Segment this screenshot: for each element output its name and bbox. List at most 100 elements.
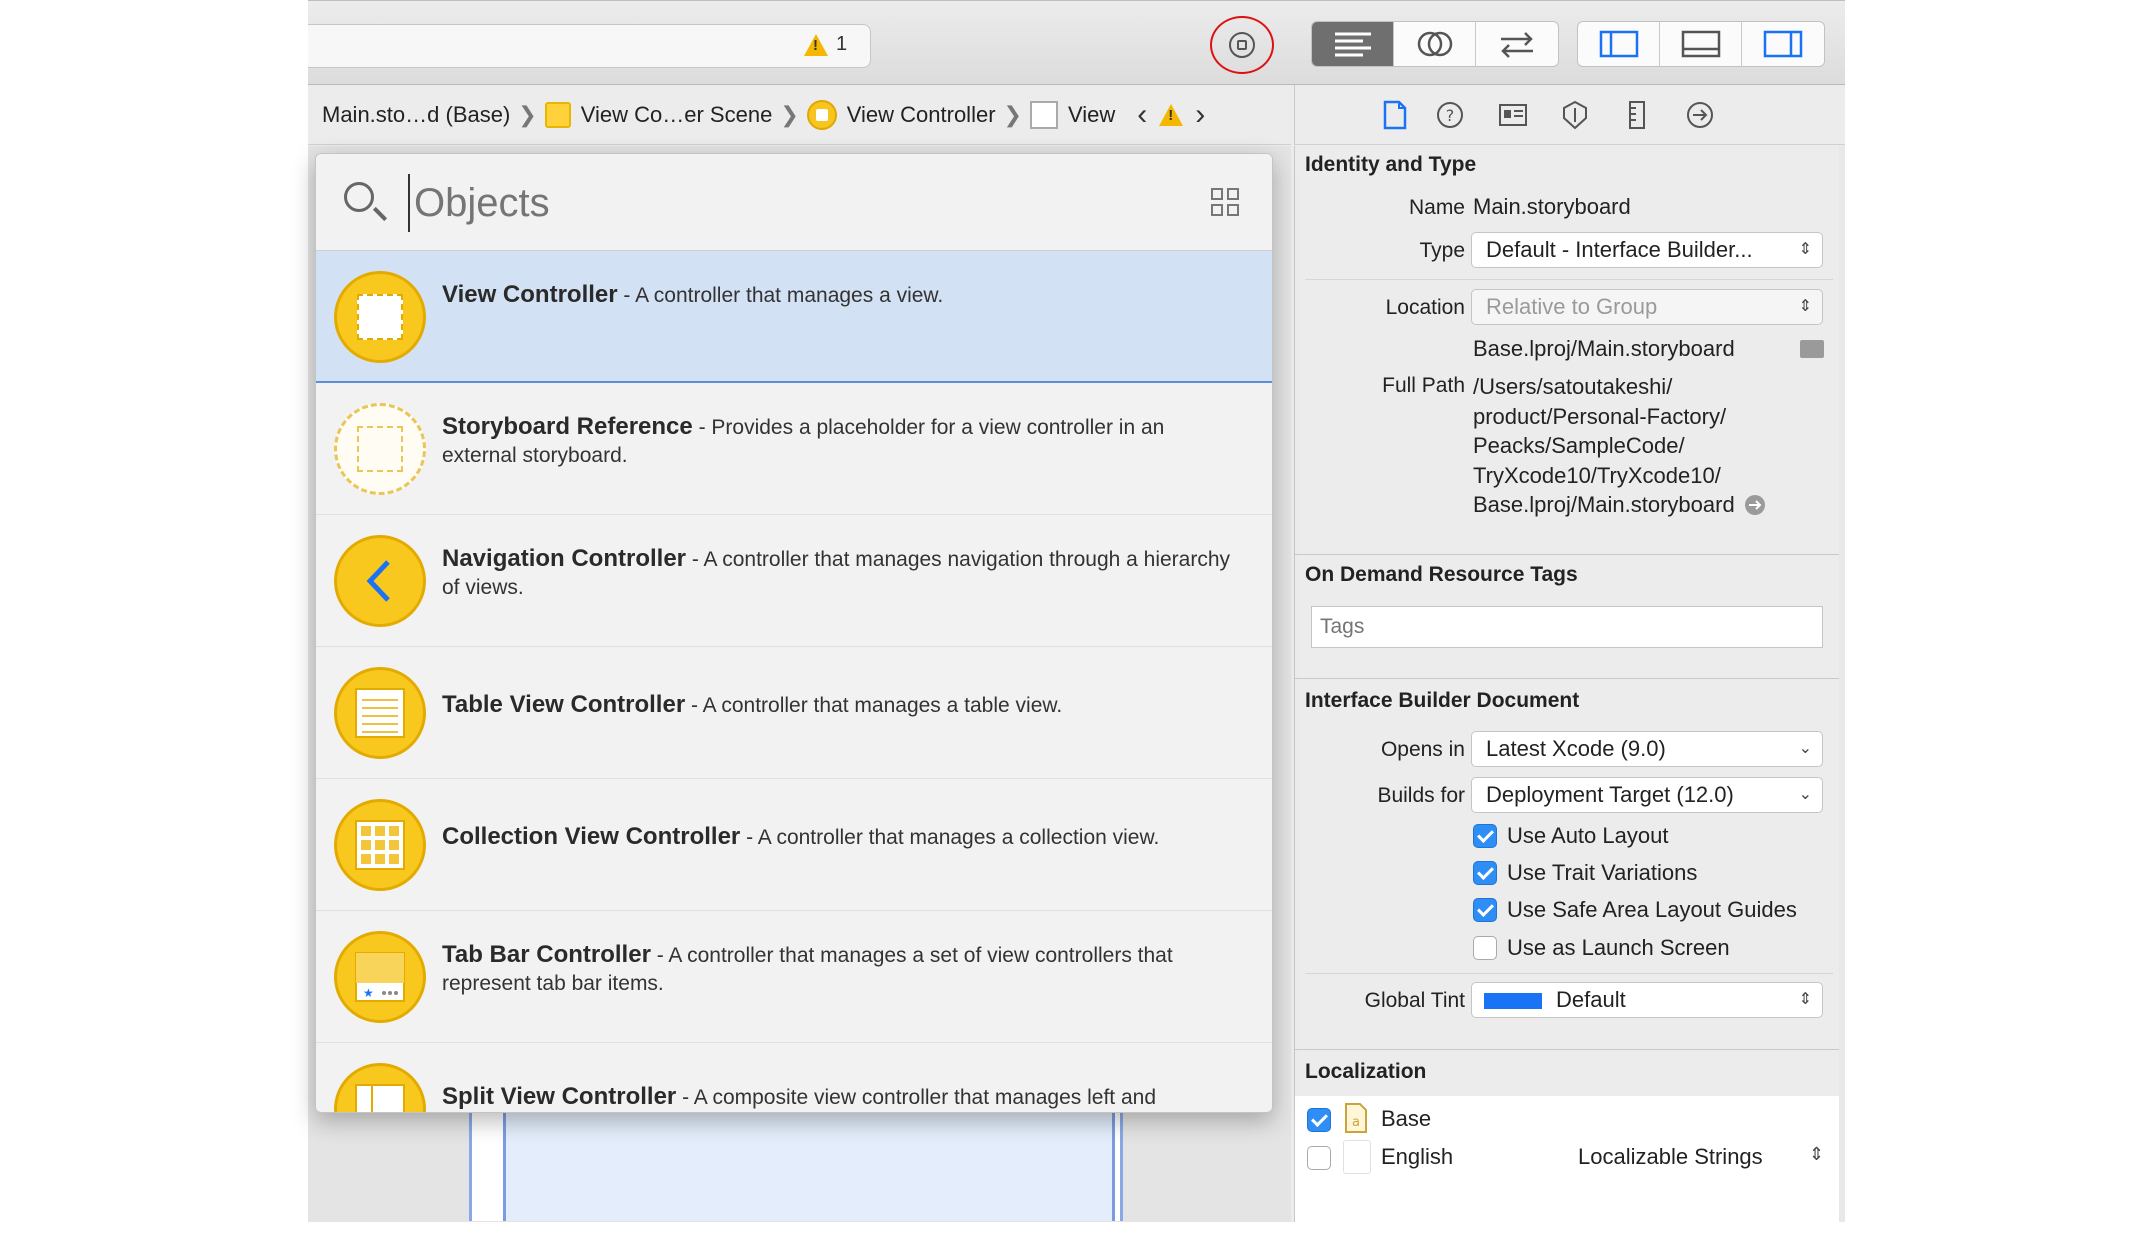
size-inspector-tab[interactable] bbox=[1622, 99, 1652, 131]
library-item-table-view-controller[interactable]: Table View Controller - A controller tha… bbox=[316, 647, 1272, 779]
library-item-desc: - A controller that manages a table view… bbox=[685, 694, 1063, 717]
fullpath-label: Full Path bbox=[1382, 374, 1465, 397]
chevron-left-icon[interactable]: ‹ bbox=[1137, 98, 1147, 132]
library-item-text: Storyboard Reference - Provides a placeh… bbox=[442, 413, 1242, 470]
table-view-controller-icon bbox=[334, 667, 426, 759]
location-label: Location bbox=[1385, 296, 1465, 319]
library-item-collection-view-controller[interactable]: Collection View Controller - A controlle… bbox=[316, 779, 1272, 911]
library-item-view-controller[interactable]: View Controller - A controller that mana… bbox=[316, 251, 1272, 383]
fullpath-line: /Users/satoutakeshi/ bbox=[1473, 374, 1673, 399]
assistant-editor-button[interactable] bbox=[1394, 22, 1476, 66]
standard-editor-icon bbox=[1334, 32, 1371, 57]
library-item-navigation-controller[interactable]: Navigation Controller - A controller tha… bbox=[316, 515, 1272, 647]
location-popup[interactable]: Relative to Group ⇕ bbox=[1471, 289, 1823, 325]
view-controller-icon bbox=[334, 271, 426, 363]
inspector-scrollbar[interactable] bbox=[1839, 146, 1845, 1222]
use-as-launch-screen-checkbox[interactable] bbox=[1473, 936, 1497, 960]
localized-file-icon: a bbox=[1345, 1103, 1367, 1133]
library-item-text: Tab Bar Controller - A controller that m… bbox=[442, 941, 1242, 998]
utilities-toggle-button[interactable] bbox=[1742, 22, 1824, 66]
jump-bar: Main.sto…d (Base) ❯ View Co…er Scene ❯ V… bbox=[308, 85, 1291, 145]
opens-in-value: Latest Xcode (9.0) bbox=[1486, 736, 1666, 761]
identity-section-title: Identity and Type bbox=[1305, 153, 1477, 176]
editor-mode-control bbox=[1311, 21, 1559, 67]
attributes-inspector-tab[interactable] bbox=[1560, 99, 1590, 131]
chevron-right-icon: ❯ bbox=[518, 101, 537, 127]
library-search-input[interactable] bbox=[408, 174, 1096, 232]
search-icon bbox=[344, 182, 374, 212]
jumpbar-item-view-controller[interactable]: View Controller bbox=[847, 102, 996, 128]
library-item-title: Tab Bar Controller bbox=[442, 941, 651, 968]
reveal-arrow-icon[interactable] bbox=[1743, 493, 1767, 517]
builds-for-value: Deployment Target (12.0) bbox=[1486, 782, 1734, 807]
name-value[interactable]: Main.storyboard bbox=[1473, 194, 1631, 220]
standard-editor-button[interactable] bbox=[1312, 22, 1394, 66]
warning-indicator[interactable]: 1 bbox=[804, 33, 847, 56]
global-tint-value: Default bbox=[1556, 987, 1626, 1012]
localization-base-label: Base bbox=[1381, 1106, 1432, 1131]
use-safe-area-checkbox[interactable] bbox=[1473, 898, 1497, 922]
tint-color-swatch bbox=[1484, 993, 1542, 1009]
jumpbar-item-view[interactable]: View bbox=[1068, 102, 1115, 128]
debug-area-toggle-button[interactable] bbox=[1660, 22, 1742, 66]
chevron-right-icon: ❯ bbox=[1003, 101, 1022, 127]
file-inspector-tab[interactable] bbox=[1380, 99, 1410, 131]
library-item-title: Table View Controller bbox=[442, 691, 686, 718]
odr-section-title: On Demand Resource Tags bbox=[1305, 563, 1578, 586]
grid-view-icon[interactable] bbox=[1211, 188, 1239, 216]
connections-inspector-tab[interactable] bbox=[1685, 99, 1715, 131]
activity-viewer[interactable]: 1 bbox=[308, 24, 871, 68]
library-item-text: Table View Controller - A controller tha… bbox=[442, 691, 1242, 720]
version-editor-button[interactable] bbox=[1476, 22, 1558, 66]
use-trait-variations-checkbox[interactable] bbox=[1473, 861, 1497, 885]
library-item-title: Navigation Controller bbox=[442, 545, 687, 572]
navigation-controller-icon bbox=[334, 535, 426, 627]
fullpath-line: Peacks/SampleCode/ bbox=[1473, 433, 1685, 458]
navigator-toggle-button[interactable] bbox=[1578, 22, 1660, 66]
fullpath-line: product/Personal-Factory/ bbox=[1473, 403, 1727, 429]
use-auto-layout-checkbox[interactable] bbox=[1473, 824, 1497, 848]
storyboard-reference-icon bbox=[334, 403, 426, 495]
opens-in-popup[interactable]: Latest Xcode (9.0) ⌄ bbox=[1471, 731, 1823, 767]
folder-icon[interactable] bbox=[1800, 340, 1824, 358]
library-item-title: View Controller bbox=[442, 281, 618, 308]
use-as-launch-screen-label: Use as Launch Screen bbox=[1507, 935, 1730, 960]
library-item-tab-bar-controller[interactable]: ★ Tab Bar Controller - A controller that… bbox=[316, 911, 1272, 1043]
localization-list: a Base English Localizable Strings ⇕ bbox=[1294, 1096, 1840, 1222]
library-item-split-view-controller[interactable]: Split View Controller - A composite view… bbox=[316, 1043, 1272, 1112]
use-trait-variations-label: Use Trait Variations bbox=[1507, 860, 1698, 885]
issue-warning-icon[interactable] bbox=[1159, 103, 1184, 126]
type-popup-value: Default - Interface Builder... bbox=[1486, 237, 1753, 262]
fullpath-last-line: Base.lproj/Main.storyboard bbox=[1473, 490, 1767, 520]
library-button[interactable] bbox=[1210, 16, 1274, 74]
warning-icon bbox=[804, 33, 828, 56]
quick-help-tab[interactable]: ? bbox=[1435, 99, 1465, 131]
name-label: Name bbox=[1408, 196, 1465, 219]
ruler-icon bbox=[1629, 101, 1645, 129]
library-item-storyboard-reference[interactable]: Storyboard Reference - Provides a placeh… bbox=[316, 383, 1272, 515]
inspector-tab-bar: ? bbox=[1294, 85, 1845, 145]
global-tint-popup[interactable]: Default ⇕ bbox=[1471, 982, 1823, 1018]
localization-mode-popup[interactable]: Localizable Strings bbox=[1578, 1144, 1763, 1170]
library-search-bar bbox=[316, 154, 1272, 251]
view-controller-small-icon bbox=[806, 99, 837, 130]
builds-for-popup[interactable]: Deployment Target (12.0) ⌄ bbox=[1471, 777, 1823, 813]
identity-inspector-tab[interactable] bbox=[1498, 99, 1528, 131]
debug-area-toggle-icon bbox=[1681, 30, 1720, 58]
jumpbar-item-scene[interactable]: View Co…er Scene bbox=[581, 102, 773, 128]
library-item-text: View Controller - A controller that mana… bbox=[442, 281, 1242, 310]
fullpath-line: Base.lproj/Main.storyboard bbox=[1473, 492, 1735, 517]
chevron-down-icon: ⌄ bbox=[1798, 786, 1812, 803]
localization-base-checkbox[interactable] bbox=[1307, 1108, 1331, 1132]
chevron-down-icon: ⌄ bbox=[1798, 740, 1812, 757]
object-library-popover: View Controller - A controller that mana… bbox=[315, 153, 1273, 1113]
type-popup[interactable]: Default - Interface Builder... ⇕ bbox=[1471, 232, 1823, 268]
chevron-right-icon[interactable]: › bbox=[1195, 98, 1205, 132]
tags-input[interactable] bbox=[1311, 606, 1823, 648]
localization-english-checkbox[interactable] bbox=[1307, 1146, 1331, 1170]
collection-view-controller-icon bbox=[334, 799, 426, 891]
jumpbar-item-storyboard[interactable]: Main.sto…d (Base) bbox=[322, 102, 510, 128]
file-inspector: Identity and Type Name Main.storyboard T… bbox=[1294, 146, 1840, 1222]
updown-chevron-icon[interactable]: ⇕ bbox=[1809, 1144, 1824, 1165]
type-label: Type bbox=[1419, 239, 1465, 262]
